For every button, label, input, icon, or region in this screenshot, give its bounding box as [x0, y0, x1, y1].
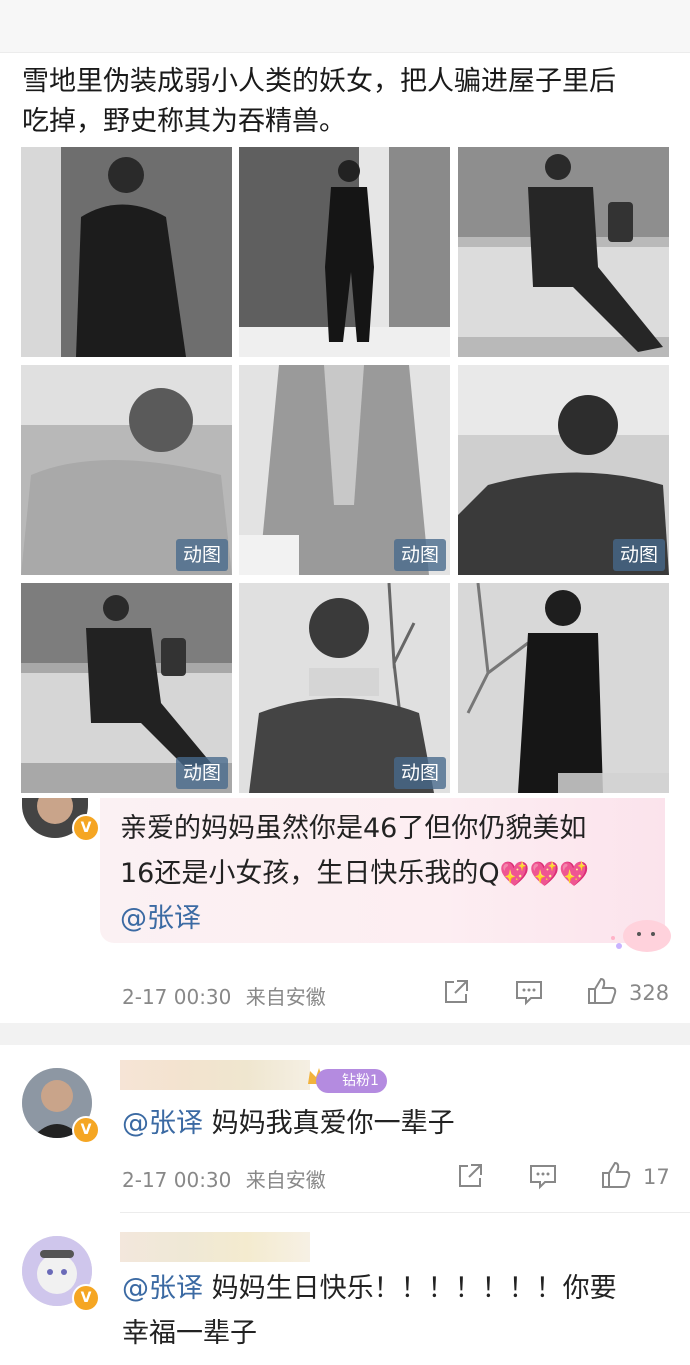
source-text: 来自安徽 [245, 985, 326, 1009]
photo-1[interactable] [21, 147, 232, 357]
gif-badge: 动图 [393, 539, 446, 571]
heart-emoji: 💖💖💖 [499, 860, 590, 888]
gif-badge: 动图 [175, 757, 228, 789]
share-icon[interactable] [442, 978, 470, 1006]
section-divider [0, 1023, 690, 1045]
time-text: 2-17 00:30 [122, 1168, 232, 1192]
highlight-comment: V 亲爱的妈妈虽然你是46了但你仍貌美如 16还是小女孩，生日快乐我的Q💖💖💖 … [0, 798, 690, 1023]
post-text-line-1: 雪地里伪装成弱小人类的妖女，把人骗进屋子里后 [22, 66, 616, 97]
comment-body: 妈妈我真爱你一辈子 [203, 1108, 455, 1139]
comment-icon[interactable] [514, 978, 544, 1006]
comment-text-line-2: 幸福一辈子 [122, 1318, 257, 1349]
comment-line-2-text: 16还是小女孩，生日快乐我的Q [120, 858, 500, 889]
comment-line-2: 16还是小女孩，生日快乐我的Q💖💖💖 [120, 851, 589, 897]
image-grid: 动图 动图 动图 动图 动图 [21, 147, 669, 793]
share-icon[interactable] [456, 1162, 484, 1190]
username-blurred [120, 1232, 310, 1262]
time-text: 2-17 00:30 [122, 985, 232, 1009]
comment-body: 妈妈生日快乐！！！！！！！你要 [203, 1273, 617, 1304]
fan-badge: 钻粉1 [316, 1069, 387, 1093]
mosaic-blur [558, 773, 669, 793]
photo-2[interactable] [239, 147, 450, 357]
verified-badge-icon: V [72, 814, 100, 842]
top-bar [0, 0, 690, 53]
gif-badge: 动图 [612, 539, 665, 571]
verified-badge-icon: V [72, 1284, 100, 1312]
like-icon[interactable] [600, 1160, 632, 1190]
photo-7[interactable]: 动图 [21, 583, 232, 793]
photo-8[interactable]: 动图 [239, 583, 450, 793]
like-icon[interactable] [586, 976, 618, 1006]
post-text-line-2: 吃掉，野史称其为吞精兽。 [22, 106, 346, 137]
photo-5[interactable]: 动图 [239, 365, 450, 575]
comment-time: 2-17 00:30 来自安徽 [122, 981, 326, 1010]
comment-time: 2-17 00:30 来自安徽 [122, 1164, 326, 1193]
mention-link[interactable]: @张译 [122, 1108, 203, 1139]
sticker-icon [611, 920, 671, 952]
mosaic-blur [309, 668, 379, 696]
like-count: 328 [629, 981, 670, 1005]
comment-icon[interactable] [528, 1162, 558, 1190]
photo-4[interactable]: 动图 [21, 365, 232, 575]
comment-text: @张译 妈妈我真爱你一辈子 [122, 1101, 455, 1146]
gif-badge: 动图 [175, 539, 228, 571]
mention-link[interactable]: @张译 [122, 1273, 203, 1304]
source-text: 来自安徽 [245, 1168, 326, 1192]
divider-line [120, 1212, 690, 1213]
like-count: 17 [643, 1165, 670, 1189]
photo-3[interactable] [458, 147, 669, 357]
comment-text-line-1: @张译 妈妈生日快乐！！！！！！！你要 [122, 1266, 617, 1311]
verified-badge-icon: V [72, 1116, 100, 1144]
photo-6[interactable]: 动图 [458, 365, 669, 575]
photo-9[interactable] [458, 583, 669, 793]
gif-badge: 动图 [393, 757, 446, 789]
username-blurred [120, 1060, 310, 1090]
comment-line-1: 亲爱的妈妈虽然你是46了但你仍貌美如 [120, 813, 587, 844]
post-text: 雪地里伪装成弱小人类的妖女，把人骗进屋子里后 吃掉，野史称其为吞精兽。 [22, 62, 672, 142]
mention-link[interactable]: @张译 [120, 896, 201, 941]
